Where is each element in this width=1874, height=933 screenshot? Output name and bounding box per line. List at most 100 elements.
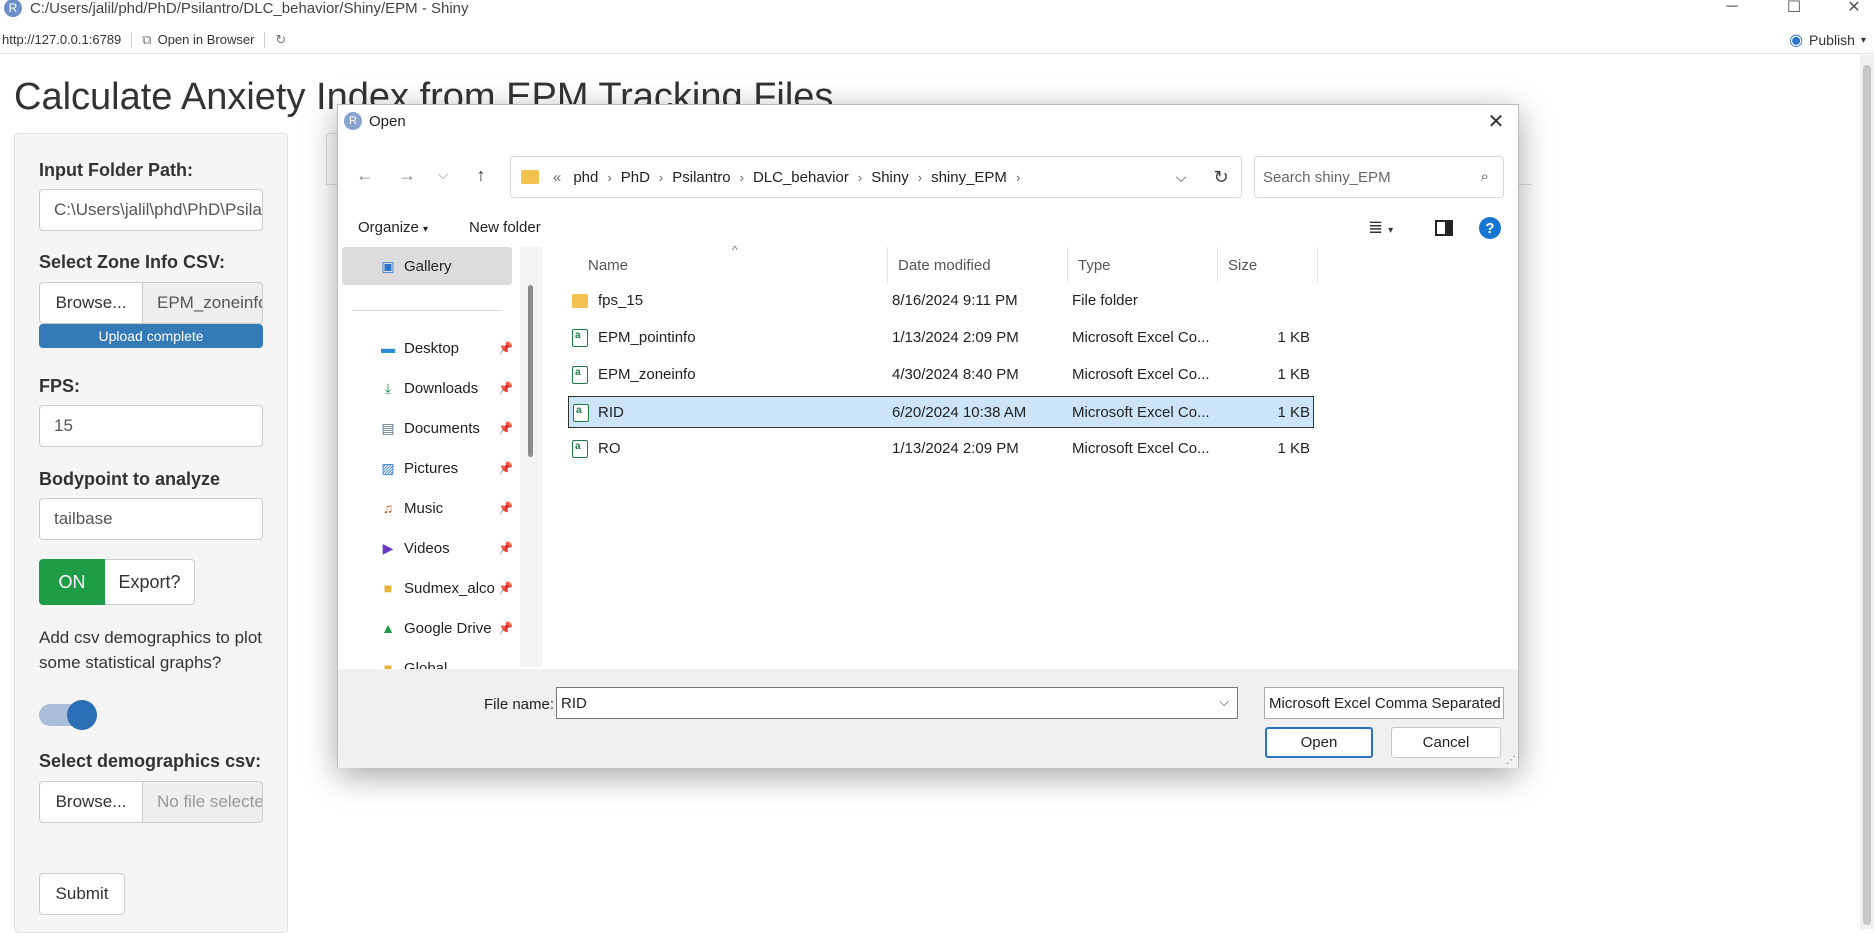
new-folder-button[interactable]: New folder bbox=[469, 219, 541, 236]
nav-item-documents[interactable]: ▤ Documents 📌 bbox=[378, 413, 514, 443]
pin-icon: 📌 bbox=[498, 501, 513, 515]
nav-item-music[interactable]: ♫ Music 📌 bbox=[378, 493, 514, 523]
file-list: ^ Name Date modified Type Size fps_15 8/… bbox=[544, 243, 1518, 669]
bodypoint-input[interactable]: tailbase bbox=[39, 498, 263, 540]
chevron-down-icon[interactable]: ⌵ bbox=[1219, 694, 1229, 710]
upload-progress-bar: Upload complete bbox=[39, 324, 263, 348]
close-window-icon[interactable]: ✕ bbox=[1834, 0, 1874, 16]
refresh-icon[interactable]: ↻ bbox=[275, 32, 286, 48]
file-row[interactable]: EPM_zoneinfo 4/30/2024 8:40 PM Microsoft… bbox=[568, 359, 1314, 391]
export-toggle[interactable]: ON Export? bbox=[39, 559, 195, 605]
open-in-browser-button[interactable]: ⧉ Open in Browser bbox=[142, 32, 254, 48]
breadcrumb-segment[interactable]: PhD bbox=[621, 169, 650, 186]
help-icon[interactable]: ? bbox=[1479, 217, 1501, 239]
open-button[interactable]: Open bbox=[1265, 727, 1373, 758]
refresh-icon[interactable]: ↻ bbox=[1203, 156, 1239, 198]
pin-icon: 📌 bbox=[498, 581, 513, 595]
minimize-icon[interactable]: ─ bbox=[1712, 0, 1752, 15]
column-header-type[interactable]: Type bbox=[1068, 247, 1218, 283]
file-size: 1 KB bbox=[1277, 366, 1310, 383]
breadcrumb-segment[interactable]: Shiny bbox=[871, 169, 909, 186]
breadcrumb-segment[interactable]: phd bbox=[573, 169, 598, 186]
nav-item-gallery[interactable]: ▣ Gallery bbox=[378, 251, 514, 281]
nav-divider bbox=[352, 310, 502, 311]
bodypoint-label: Bodypoint to analyze bbox=[39, 469, 221, 489]
maximize-icon[interactable]: ☐ bbox=[1774, 0, 1814, 16]
breadcrumb-segment[interactable]: DLC_behavior bbox=[753, 169, 849, 186]
open-in-browser-label: Open in Browser bbox=[157, 32, 255, 47]
window-title-bar: R C:/Users/jalil/phd/PhD/Psilantro/DLC_b… bbox=[0, 0, 1874, 24]
pin-icon: 📌 bbox=[498, 541, 513, 555]
window-title: C:/Users/jalil/phd/PhD/Psilantro/DLC_beh… bbox=[30, 0, 469, 17]
demographics-switch[interactable] bbox=[39, 700, 97, 730]
navigation-scrollbar-thumb[interactable] bbox=[528, 285, 533, 457]
navigation-scrollbar[interactable] bbox=[520, 247, 542, 667]
submit-button[interactable]: Submit bbox=[39, 873, 125, 915]
export-on-button[interactable]: ON bbox=[39, 559, 105, 605]
address-dropdown-icon[interactable]: ⌵ bbox=[1163, 156, 1199, 198]
organize-button[interactable]: Organize ▾ bbox=[358, 219, 428, 236]
file-row[interactable]: RO 1/13/2024 2:09 PM Microsoft Excel Co.… bbox=[568, 433, 1314, 465]
column-header-name[interactable]: Name bbox=[578, 247, 888, 283]
forward-arrow-icon[interactable]: → bbox=[394, 163, 420, 187]
cancel-button[interactable]: Cancel bbox=[1391, 727, 1501, 758]
breadcrumb-segment[interactable]: shiny_EPM bbox=[931, 169, 1007, 186]
nav-item-label: Sudmex_alco bbox=[404, 579, 495, 597]
demographics-file-name: No file selected bbox=[143, 781, 263, 823]
file-row-selected[interactable]: RID 6/20/2024 10:38 AM Microsoft Excel C… bbox=[568, 396, 1314, 428]
organize-label: Organize bbox=[358, 219, 419, 236]
preview-pane-icon[interactable] bbox=[1435, 220, 1453, 236]
file-row[interactable]: fps_15 8/16/2024 9:11 PM File folder bbox=[568, 285, 1314, 317]
column-header-size[interactable]: Size bbox=[1218, 247, 1318, 283]
up-arrow-icon[interactable]: ↑ bbox=[468, 163, 494, 187]
nav-item-downloads[interactable]: ⤓ Downloads 📌 bbox=[378, 373, 514, 403]
file-type-select[interactable]: Microsoft Excel Comma Separated ⌵ bbox=[1264, 687, 1504, 719]
breadcrumb-segment[interactable]: Psilantro bbox=[672, 169, 730, 186]
breadcrumb[interactable]: « phd › PhD › Psilantro › DLC_behavior ›… bbox=[510, 156, 1242, 198]
nav-item-global[interactable]: ■ Global bbox=[378, 653, 514, 670]
zone-info-label: Select Zone Info CSV: bbox=[39, 252, 226, 272]
demographics-browse-button[interactable]: Browse... bbox=[39, 781, 143, 823]
file-size: 1 KB bbox=[1277, 440, 1310, 457]
file-name: RO bbox=[598, 440, 621, 457]
r-logo-icon: R bbox=[4, 0, 22, 17]
file-name-label: File name: bbox=[484, 696, 555, 713]
page-scrollbar[interactable] bbox=[1860, 55, 1874, 929]
file-type: Microsoft Excel Co... bbox=[1072, 366, 1210, 383]
navigation-row: ← → ⌵ ↑ « phd › PhD › Psilantro › DLC_be… bbox=[338, 153, 1518, 198]
export-label-button[interactable]: Export? bbox=[105, 559, 195, 605]
toolbar-divider bbox=[264, 31, 266, 48]
file-row[interactable]: EPM_pointinfo 1/13/2024 2:09 PM Microsof… bbox=[568, 322, 1314, 354]
gallery-icon: ▣ bbox=[381, 257, 395, 274]
publish-button[interactable]: ◉ Publish ▾ bbox=[1789, 30, 1866, 50]
nav-item-label: Google Drive bbox=[404, 619, 492, 637]
documents-icon: ▤ bbox=[381, 419, 395, 436]
nav-item-pictures[interactable]: ▨ Pictures 📌 bbox=[378, 453, 514, 483]
search-input[interactable]: Search shiny_EPM ⌕ bbox=[1254, 156, 1504, 198]
nav-item-label: Music bbox=[404, 499, 444, 517]
nav-item-desktop[interactable]: ▬ Desktop 📌 bbox=[378, 333, 514, 363]
input-folder-field[interactable]: C:\Users\jalil\phd\PhD\Psilantro bbox=[39, 189, 263, 231]
column-header-date[interactable]: Date modified bbox=[888, 247, 1068, 283]
pin-icon: 📌 bbox=[498, 421, 513, 435]
file-date: 8/16/2024 9:11 PM bbox=[892, 292, 1018, 309]
breadcrumb-chevron-icon: › bbox=[1015, 169, 1021, 185]
zone-browse-button[interactable]: Browse... bbox=[39, 282, 143, 324]
nav-item-google-drive[interactable]: ▲ Google Drive 📌 bbox=[378, 613, 514, 643]
breadcrumb-overflow[interactable]: « bbox=[553, 169, 561, 186]
page-scrollbar-thumb[interactable] bbox=[1863, 65, 1871, 925]
nav-item-sudmex[interactable]: ■ Sudmex_alco 📌 bbox=[378, 573, 514, 603]
fps-input[interactable]: 15 bbox=[39, 405, 263, 447]
viewer-toolbar: http://127.0.0.1:6789 ⧉ Open in Browser … bbox=[0, 26, 1874, 54]
sidebar-panel: Input Folder Path: C:\Users\jalil\phd\Ph… bbox=[14, 133, 288, 933]
file-type: Microsoft Excel Co... bbox=[1072, 329, 1210, 346]
dialog-title: Open bbox=[369, 112, 406, 130]
view-options-icon[interactable]: ≣ ▾ bbox=[1368, 217, 1393, 238]
resize-grip-icon[interactable]: ⋰ bbox=[1506, 755, 1516, 766]
back-arrow-icon[interactable]: ← bbox=[352, 163, 378, 187]
nav-item-videos[interactable]: ▶ Videos 📌 bbox=[378, 533, 514, 563]
recent-locations-chevron-icon[interactable]: ⌵ bbox=[430, 163, 456, 187]
file-name-value: RID bbox=[561, 694, 587, 712]
dialog-close-icon[interactable]: ✕ bbox=[1482, 109, 1510, 133]
file-name-input[interactable]: RID ⌵ bbox=[556, 687, 1238, 719]
